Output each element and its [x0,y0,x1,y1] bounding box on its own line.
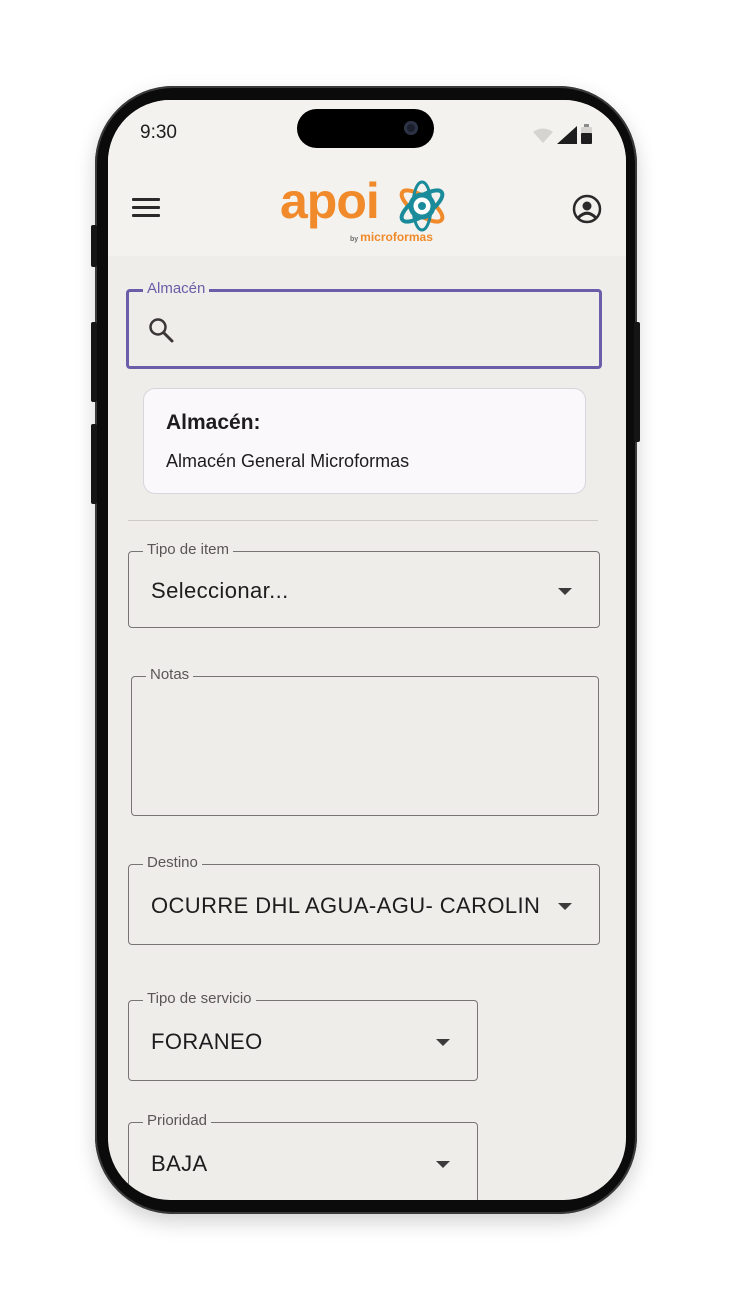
dropdown-arrow-icon [558,588,572,595]
dropdown-arrow-icon [436,1039,450,1046]
status-bar: 9:30 [108,100,626,164]
destino-dropdown[interactable]: Destino OCURRE DHL AGUA-AGU- CAROLIN [128,854,600,945]
notas-label: Notas [146,666,194,684]
prioridad-label: Prioridad [143,1112,212,1130]
divider [128,520,598,521]
dropdown-arrow-icon [558,903,572,910]
almacen-card-value: Almacén General Microformas [166,451,410,471]
status-icons [533,124,592,144]
tipo-servicio-dropdown[interactable]: Tipo de servicio FORANEO [128,990,478,1081]
cellular-signal-icon [557,126,577,144]
tipo-servicio-label: Tipo de servicio [143,990,256,1008]
search-icon [149,318,174,343]
almacen-search-field[interactable]: Almacén [126,280,602,369]
prioridad-dropdown[interactable]: Prioridad BAJA [128,1112,478,1200]
logo-by-text: by [350,236,359,243]
almacen-card-title: Almacén: [166,411,261,434]
status-time: 9:30 [140,122,177,143]
prioridad-value: BAJA [151,1151,208,1176]
wifi-icon [533,128,553,143]
account-circle-icon[interactable] [572,194,602,224]
app-bar: apoi by microformas [108,164,626,256]
dynamic-island [297,109,434,148]
tipo-item-label: Tipo de item [143,541,233,559]
logo-wordmark: apoi [280,173,380,229]
almacen-selected-card: Almacén: Almacén General Microformas [143,388,586,494]
almacen-search-label: Almacén [143,280,210,298]
tipo-item-value: Seleccionar... [151,578,289,603]
phone-volume-up-button [91,322,97,402]
battery-icon [581,124,592,144]
phone-mute-switch [91,225,97,267]
logo-atom-mark-icon [399,180,445,232]
front-camera [404,121,418,135]
destino-value: OCURRE DHL AGUA-AGU- CAROLIN [151,893,541,918]
hamburger-menu-icon[interactable] [132,198,160,222]
notas-textarea[interactable]: Notas [131,666,599,816]
tipo-item-dropdown[interactable]: Tipo de item Seleccionar... [128,541,600,628]
phone-volume-down-button [91,424,97,504]
logo-brand-text: microformas [360,230,433,244]
dropdown-arrow-icon [436,1161,450,1168]
apoio-logo: apoi by microformas [280,173,452,246]
tipo-servicio-value: FORANEO [151,1029,263,1054]
phone-screen: 9:30 apoi by microformas Almacén Almacén… [108,100,626,1200]
phone-power-button [634,322,640,442]
logo-subtitle: by microformas [350,230,433,244]
destino-label: Destino [143,854,202,872]
